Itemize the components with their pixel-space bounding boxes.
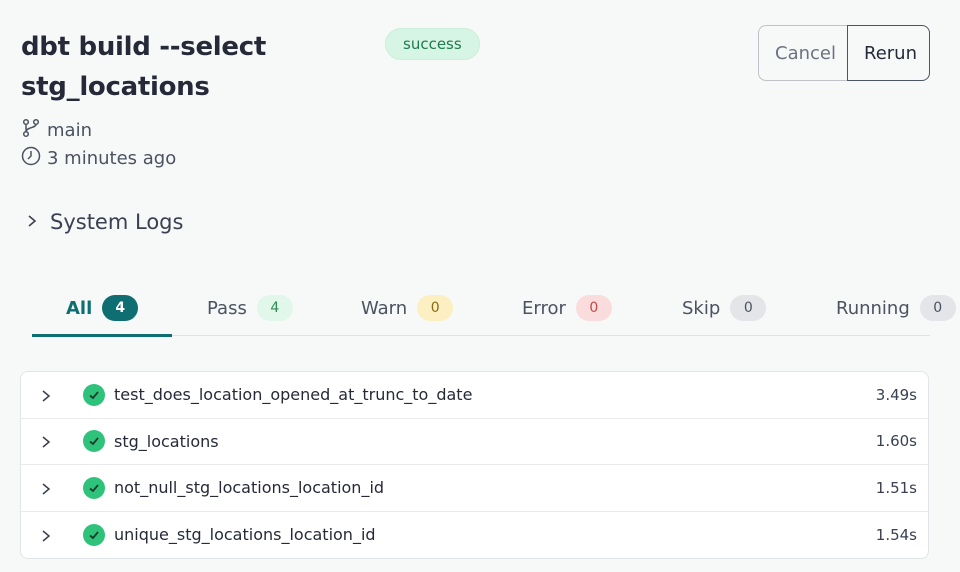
result-duration: 1.51s xyxy=(875,478,917,497)
tab-label: Running xyxy=(836,297,910,319)
chevron-right-icon[interactable] xyxy=(39,388,53,402)
result-name: stg_locations xyxy=(114,431,219,451)
chevron-right-icon[interactable] xyxy=(39,481,53,495)
tab-warn[interactable]: Warn 0 xyxy=(361,280,454,336)
result-duration: 1.60s xyxy=(875,432,917,451)
list-item[interactable]: not_null_stg_locations_location_id 1.51s xyxy=(21,465,928,512)
branch-name: main xyxy=(47,120,92,141)
tab-running[interactable]: Running 0 xyxy=(836,280,956,336)
git-branch-icon xyxy=(21,118,41,143)
check-circle-icon xyxy=(83,383,105,406)
active-tab-indicator xyxy=(32,334,172,337)
result-duration: 3.49s xyxy=(875,385,917,404)
tab-label: Skip xyxy=(682,297,721,319)
tab-count: 0 xyxy=(417,295,454,321)
tab-error[interactable]: Error 0 xyxy=(522,280,612,336)
page-title: dbt build --select stg_locations xyxy=(21,32,266,102)
result-duration: 1.54s xyxy=(875,525,917,544)
chevron-right-icon xyxy=(24,210,40,234)
chevron-right-icon[interactable] xyxy=(39,528,53,542)
check-circle-icon xyxy=(83,430,105,453)
status-badge: success xyxy=(385,28,480,60)
tab-count: 4 xyxy=(256,295,293,321)
action-buttons: Cancel Rerun xyxy=(758,25,930,81)
branch-info: main xyxy=(21,118,92,143)
tab-count: 0 xyxy=(575,295,612,321)
list-item[interactable]: unique_stg_locations_location_id 1.54s xyxy=(21,512,928,559)
chevron-right-icon[interactable] xyxy=(39,434,53,448)
results-list: test_does_location_opened_at_trunc_to_da… xyxy=(20,371,929,559)
tab-label: Warn xyxy=(361,297,408,319)
rerun-button[interactable]: Rerun xyxy=(847,25,930,81)
tab-all[interactable]: All 4 xyxy=(66,280,139,336)
tab-count: 4 xyxy=(102,295,139,321)
tab-count: 0 xyxy=(919,295,956,321)
clock-icon xyxy=(21,146,41,171)
tab-label: Pass xyxy=(207,297,247,319)
time-info: 3 minutes ago xyxy=(21,146,176,171)
list-item[interactable]: test_does_location_opened_at_trunc_to_da… xyxy=(21,372,928,419)
cancel-button[interactable]: Cancel xyxy=(758,25,847,81)
tab-count: 0 xyxy=(730,295,767,321)
tab-label: All xyxy=(66,297,93,319)
time-ago: 3 minutes ago xyxy=(47,148,177,169)
result-filter-tabs: All 4 Pass 4 Warn 0 Error 0 Skip 0 Runni… xyxy=(32,280,956,337)
tab-skip[interactable]: Skip 0 xyxy=(682,280,767,336)
list-item[interactable]: stg_locations 1.60s xyxy=(21,419,928,465)
result-name: not_null_stg_locations_location_id xyxy=(114,478,385,498)
result-name: unique_stg_locations_location_id xyxy=(114,525,376,545)
tab-pass[interactable]: Pass 4 xyxy=(207,280,293,336)
tab-label: Error xyxy=(522,297,566,319)
check-circle-icon xyxy=(83,476,105,499)
system-logs-label: System Logs xyxy=(50,210,184,234)
system-logs-toggle[interactable]: System Logs xyxy=(24,210,183,234)
check-circle-icon xyxy=(83,523,105,546)
result-name: test_does_location_opened_at_trunc_to_da… xyxy=(114,385,473,405)
